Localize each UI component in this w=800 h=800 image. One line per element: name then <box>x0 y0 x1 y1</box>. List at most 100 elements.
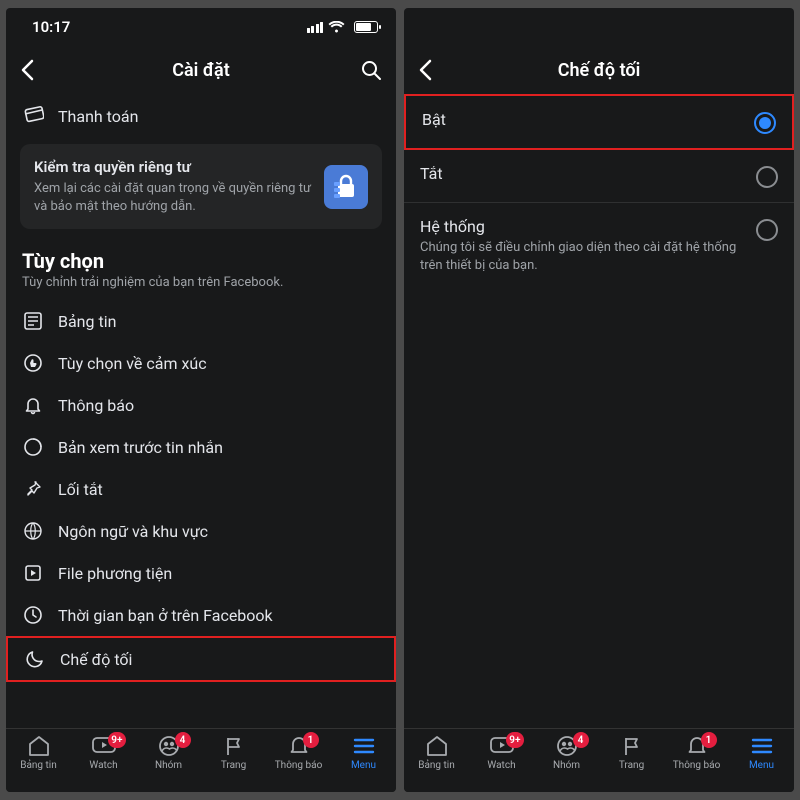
tab-watch[interactable]: 9+ Watch <box>469 735 534 771</box>
badge: 4 <box>175 732 191 748</box>
tab-groups[interactable]: 4 Nhóm <box>136 735 201 771</box>
item-reaction[interactable]: Tùy chọn về cảm xúc <box>6 342 396 384</box>
privacy-badge-icon <box>324 165 368 209</box>
item-time-on-fb[interactable]: Thời gian bạn ở trên Facebook <box>6 594 396 636</box>
item-label: Bảng tin <box>58 312 116 331</box>
badge: 9+ <box>108 732 125 748</box>
globe-icon <box>22 521 44 541</box>
phone-settings: 10:17 Cài đặt Thanh toán Kiểm tra quyền … <box>6 8 396 792</box>
item-label: Thanh toán <box>58 107 138 126</box>
back-icon[interactable] <box>418 59 432 81</box>
item-feed[interactable]: Bảng tin <box>6 300 396 342</box>
tab-label: Nhóm <box>553 760 580 771</box>
signal-icon <box>307 22 324 33</box>
item-label: Bản xem trước tin nhắn <box>58 438 223 457</box>
page-title: Cài đặt <box>172 60 230 81</box>
wifi-icon <box>328 21 345 33</box>
item-language[interactable]: Ngôn ngữ và khu vực <box>6 510 396 552</box>
option-label: Tắt <box>420 164 744 183</box>
radio-icon[interactable] <box>756 219 778 241</box>
status-time: 10:17 <box>32 18 70 36</box>
item-notifications[interactable]: Thông báo <box>6 384 396 426</box>
battery-icon <box>354 21 378 33</box>
item-label: Tùy chọn về cảm xúc <box>58 354 207 373</box>
message-preview-icon <box>22 437 44 457</box>
item-message-preview[interactable]: Bản xem trước tin nhắn <box>6 426 396 468</box>
watch-icon: 9+ <box>91 735 117 757</box>
option-system[interactable]: Hệ thống Chúng tôi sẽ điều chỉnh giao di… <box>404 203 794 288</box>
tab-menu[interactable]: Menu <box>331 735 396 771</box>
item-media[interactable]: File phương tiện <box>6 552 396 594</box>
groups-icon: 4 <box>554 735 580 757</box>
header: Cài đặt <box>6 46 396 94</box>
item-label: Chế độ tối <box>60 650 132 669</box>
status-bar: 10:17 <box>6 8 396 46</box>
home-icon <box>27 735 51 757</box>
tab-label: Bảng tin <box>418 760 455 771</box>
tab-label: Watch <box>89 760 117 771</box>
tab-label: Watch <box>487 760 515 771</box>
menu-icon <box>352 735 376 757</box>
item-label: Thời gian bạn ở trên Facebook <box>58 606 273 625</box>
tab-label: Trang <box>619 760 644 771</box>
bell-icon: 1 <box>686 735 708 757</box>
radio-icon[interactable] <box>756 166 778 188</box>
tab-pages[interactable]: Trang <box>201 735 266 771</box>
option-text: Bật <box>422 110 742 129</box>
section-sub: Tùy chỉnh trải nghiệm của bạn trên Faceb… <box>6 275 396 300</box>
tab-label: Trang <box>221 760 246 771</box>
tab-label: Bảng tin <box>20 760 57 771</box>
tab-bar: Bảng tin 9+ Watch 4 Nhóm Trang 1 Thô <box>6 728 396 792</box>
item-dark-mode[interactable]: Chế độ tối <box>6 636 396 682</box>
card-sub: Xem lại các cài đặt quan trọng về quyền … <box>34 180 312 215</box>
tab-bar: Bảng tin 9+ Watch 4 Nhóm Trang 1 Thô <box>404 728 794 792</box>
moon-icon <box>24 649 46 669</box>
section-title: Tùy chọn <box>6 245 396 275</box>
bell-icon <box>22 395 44 415</box>
phone-dark-mode: . Chế độ tối Bật Tắt Hệ thống Chúng tôi … <box>404 8 794 792</box>
home-icon <box>425 735 449 757</box>
like-icon <box>22 353 44 373</box>
play-file-icon <box>22 563 44 583</box>
tab-groups[interactable]: 4 Nhóm <box>534 735 599 771</box>
option-text: Tắt <box>420 164 744 183</box>
feed-icon <box>22 311 44 331</box>
tab-notifications[interactable]: 1 Thông báo <box>664 735 729 771</box>
option-desc: Chúng tôi sẽ điều chỉnh giao diện theo c… <box>420 239 744 274</box>
tab-feed[interactable]: Bảng tin <box>6 735 71 771</box>
header: Chế độ tối <box>404 46 794 94</box>
tab-watch[interactable]: 9+ Watch <box>71 735 136 771</box>
option-text: Hệ thống Chúng tôi sẽ điều chỉnh giao di… <box>420 217 744 274</box>
tab-menu[interactable]: Menu <box>729 735 794 771</box>
clock-icon <box>22 605 44 625</box>
privacy-checkup-card[interactable]: Kiểm tra quyền riêng tư Xem lại các cài … <box>20 144 382 229</box>
card-text: Kiểm tra quyền riêng tư Xem lại các cài … <box>34 158 312 215</box>
badge: 1 <box>303 732 319 748</box>
tab-label: Menu <box>351 760 376 771</box>
item-shortcuts[interactable]: Lối tắt <box>6 468 396 510</box>
item-payment[interactable]: Thanh toán <box>6 94 396 138</box>
flag-icon <box>621 735 643 757</box>
settings-content: Thanh toán Kiểm tra quyền riêng tư Xem l… <box>6 94 396 728</box>
tab-notifications[interactable]: 1 Thông báo <box>266 735 331 771</box>
tab-label: Thông báo <box>275 760 323 771</box>
card-title: Kiểm tra quyền riêng tư <box>34 158 312 176</box>
tab-pages[interactable]: Trang <box>599 735 664 771</box>
watch-icon: 9+ <box>489 735 515 757</box>
bell-icon: 1 <box>288 735 310 757</box>
radio-selected-icon[interactable] <box>754 112 776 134</box>
option-on[interactable]: Bật <box>404 94 794 150</box>
badge: 4 <box>573 732 589 748</box>
status-indicators <box>307 21 379 33</box>
item-label: Lối tắt <box>58 480 103 499</box>
back-icon[interactable] <box>20 59 34 81</box>
flag-icon <box>223 735 245 757</box>
tab-feed[interactable]: Bảng tin <box>404 735 469 771</box>
badge: 9+ <box>506 732 523 748</box>
tab-label: Menu <box>749 760 774 771</box>
menu-icon <box>750 735 774 757</box>
option-off[interactable]: Tắt <box>404 150 794 203</box>
item-label: Thông báo <box>58 396 134 415</box>
search-icon[interactable] <box>360 59 382 81</box>
tab-label: Thông báo <box>673 760 721 771</box>
